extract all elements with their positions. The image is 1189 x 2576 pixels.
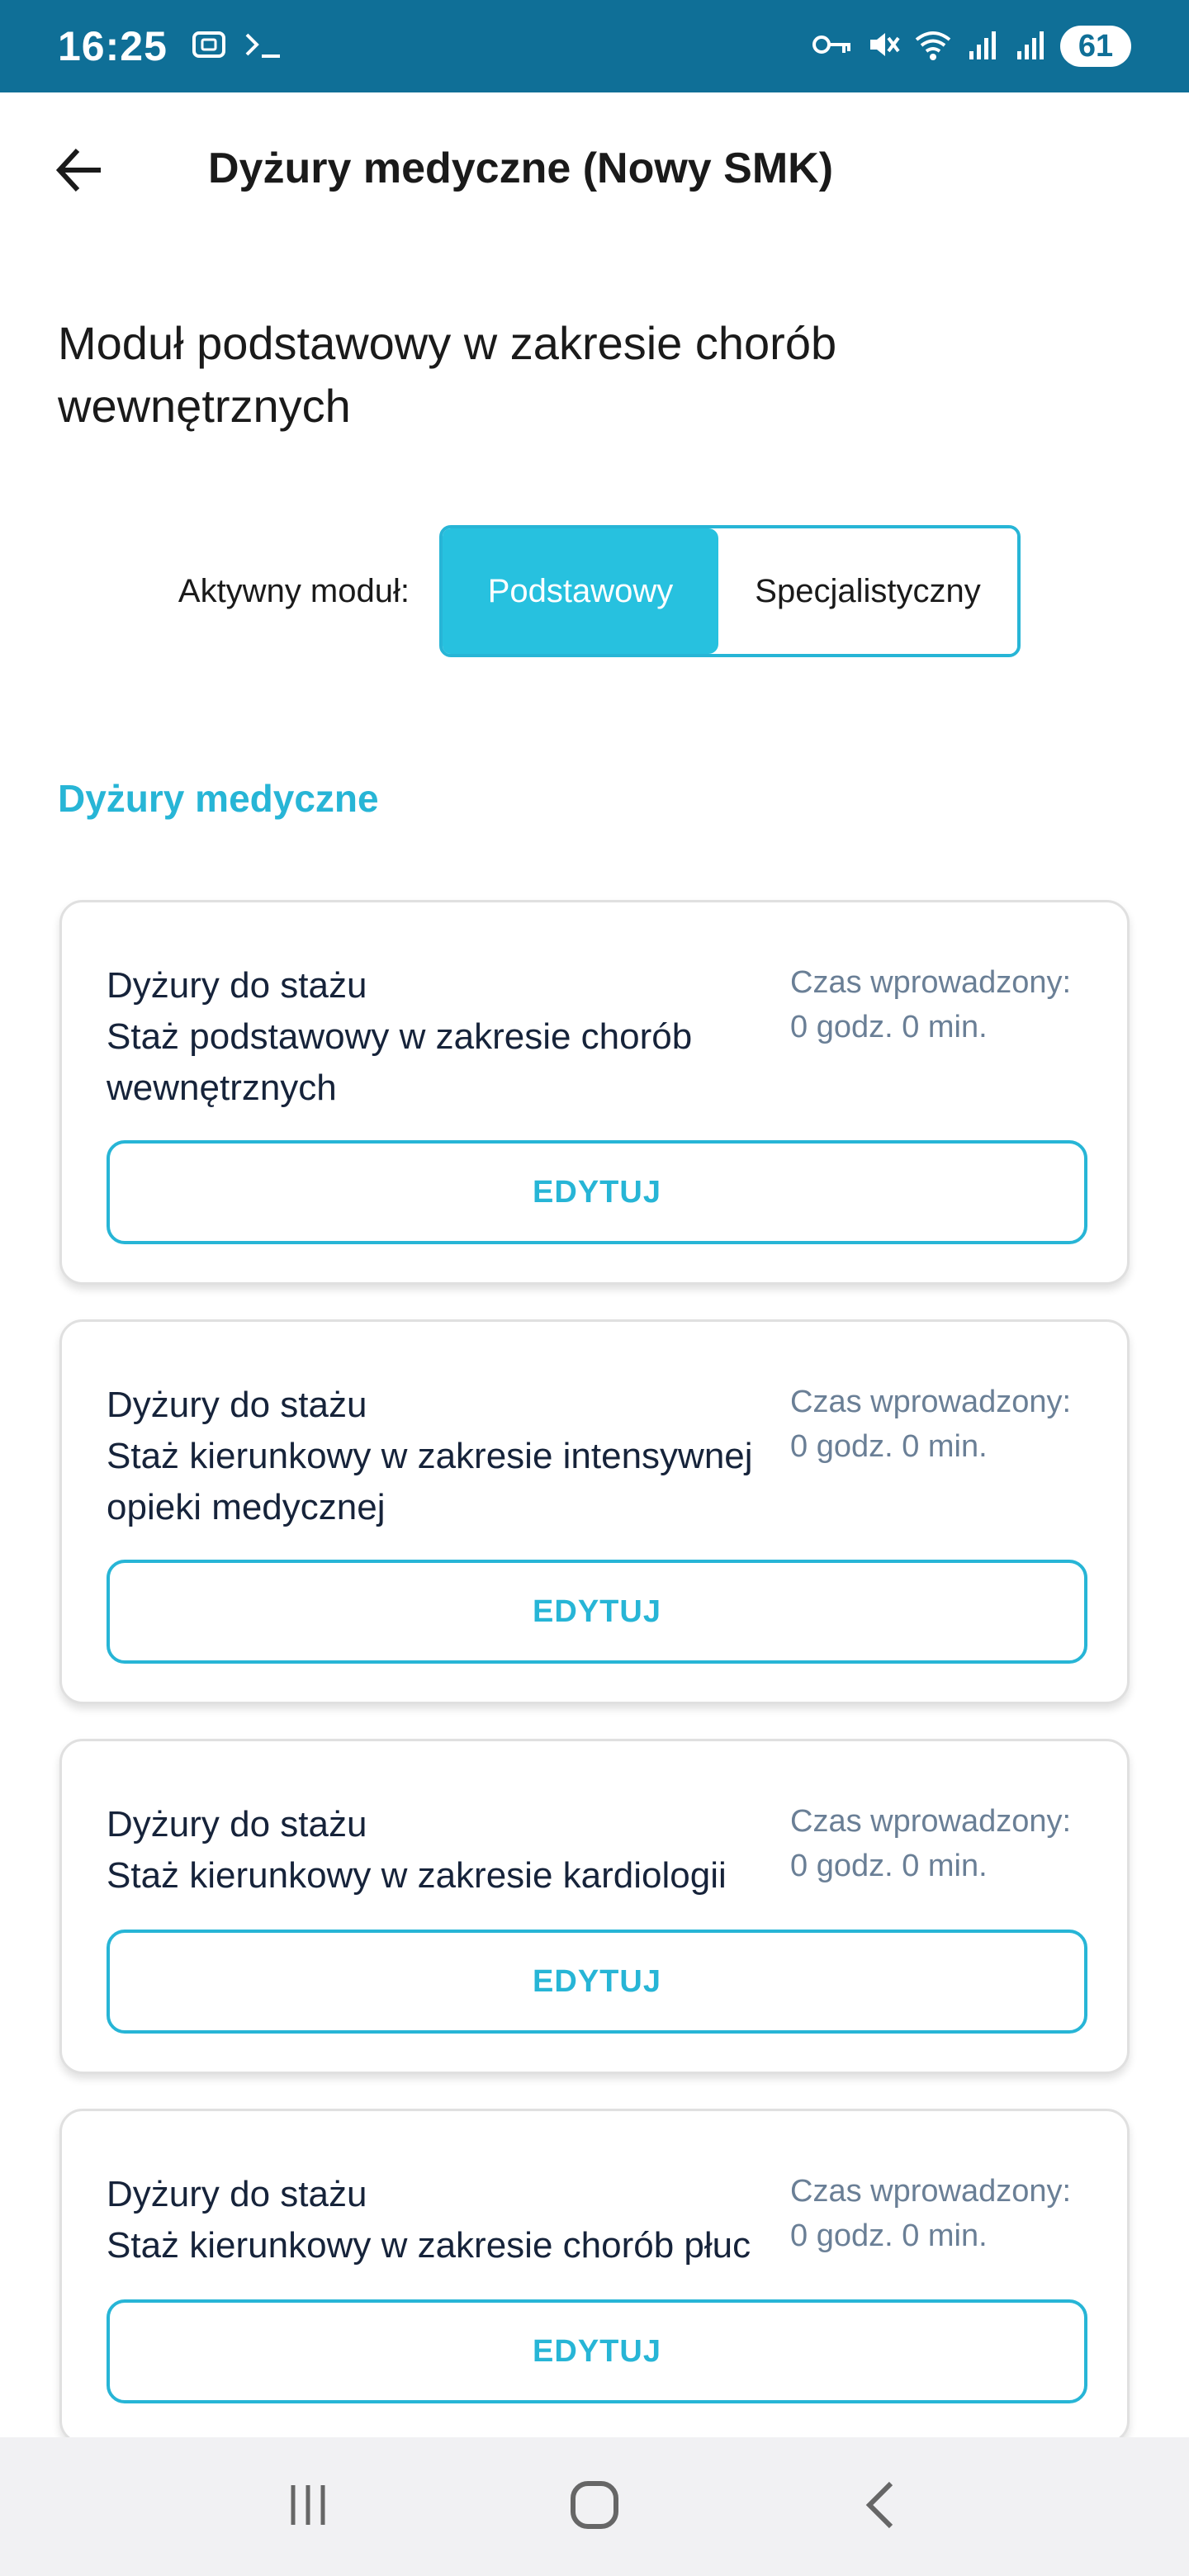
duty-card: Dyżury do stażu Staż kierunkowy w zakres…	[59, 2109, 1130, 2444]
vpn-key-icon	[811, 28, 854, 65]
status-right-icons: 61	[811, 26, 1131, 67]
home-icon	[565, 2475, 624, 2539]
card-title: Dyżury do stażu Staż kierunkowy w zakres…	[107, 2169, 800, 2271]
module-option-podstawowy[interactable]: Podstawowy	[443, 528, 718, 654]
battery-indicator: 61	[1060, 26, 1131, 67]
time-label: Czas wprowadzony:	[790, 2174, 1072, 2209]
arrow-left-icon	[53, 144, 106, 201]
card-time: Czas wprowadzony: 0 godz. 0 min.	[790, 960, 1071, 1049]
edit-button[interactable]: EDYTUJ	[107, 1930, 1087, 2034]
card-title: Dyżury do stażu Staż podstawowy w zakres…	[107, 960, 800, 1114]
edit-button[interactable]: EDYTUJ	[107, 1140, 1087, 1244]
page-title: Moduł podstawowy w zakresie chorób wewnę…	[58, 317, 837, 432]
card-title-line1: Dyżury do stażu	[107, 2174, 367, 2214]
duty-card: Dyżury do stażu Staż podstawowy w zakres…	[59, 900, 1130, 1285]
card-title: Dyżury do stażu Staż kierunkowy w zakres…	[107, 1380, 800, 1533]
signal-icon	[1012, 26, 1049, 67]
card-title-line2: Staż podstawowy w zakresie chorób wewnęt…	[107, 1016, 693, 1108]
mute-icon	[865, 26, 902, 67]
card-time: Czas wprowadzony: 0 godz. 0 min.	[790, 1380, 1071, 1469]
home-button[interactable]	[545, 2457, 644, 2556]
time-label: Czas wprowadzony:	[790, 965, 1072, 1000]
section-title: Dyżury medyczne	[58, 777, 379, 820]
module-selector-row: Aktywny moduł: Podstawowy Specjalistyczn…	[0, 525, 1189, 659]
status-time: 16:25	[58, 23, 168, 69]
time-value: 0 godz. 0 min.	[790, 1429, 988, 1464]
card-title-line2: Staż kierunkowy w zakresie chorób płuc	[107, 2225, 751, 2266]
system-nav-bar	[0, 2437, 1189, 2576]
card-title-line2: Staż kierunkowy w zakresie intensywnej o…	[107, 1436, 753, 1527]
card-title-line1: Dyżury do stażu	[107, 965, 367, 1006]
app-title: Dyżury medyczne (Nowy SMK)	[208, 144, 834, 192]
back-button[interactable]	[46, 139, 112, 205]
status-left-icons	[189, 25, 285, 69]
time-value: 0 godz. 0 min.	[790, 2218, 988, 2253]
recents-button[interactable]	[258, 2457, 358, 2556]
wifi-icon	[913, 26, 953, 67]
edit-button[interactable]: EDYTUJ	[107, 1560, 1087, 1664]
screenshot-icon	[189, 25, 229, 69]
card-title-line1: Dyżury do stażu	[107, 1385, 367, 1425]
time-label: Czas wprowadzony:	[790, 1804, 1072, 1839]
time-value: 0 godz. 0 min.	[790, 1849, 988, 1883]
card-title-line2: Staż kierunkowy w zakresie kardiologii	[107, 1855, 727, 1896]
duty-card: Dyżury do stażu Staż kierunkowy w zakres…	[59, 1319, 1130, 1704]
module-segmented-control: Podstawowy Specjalistyczny	[439, 525, 1021, 657]
app-bar: Dyżury medyczne (Nowy SMK)	[0, 92, 1189, 258]
module-label: Aktywny moduł:	[178, 573, 410, 609]
card-time: Czas wprowadzony: 0 godz. 0 min.	[790, 1799, 1071, 1888]
terminal-icon	[242, 25, 285, 69]
card-time: Czas wprowadzony: 0 godz. 0 min.	[790, 2169, 1071, 2258]
duty-card: Dyżury do stażu Staż kierunkowy w zakres…	[59, 1739, 1130, 2074]
back-nav-button[interactable]	[831, 2457, 931, 2556]
signal-icon	[964, 26, 1001, 67]
card-title-line1: Dyżury do stażu	[107, 1804, 367, 1844]
back-nav-icon	[855, 2479, 907, 2536]
card-title: Dyżury do stażu Staż kierunkowy w zakres…	[107, 1799, 800, 1901]
module-option-specjalistyczny[interactable]: Specjalistyczny	[718, 528, 1017, 654]
time-value: 0 godz. 0 min.	[790, 1010, 988, 1044]
recents-icon	[282, 2479, 334, 2536]
time-label: Czas wprowadzony:	[790, 1385, 1072, 1419]
status-bar: 16:25 61	[0, 0, 1189, 92]
edit-button[interactable]: EDYTUJ	[107, 2299, 1087, 2403]
